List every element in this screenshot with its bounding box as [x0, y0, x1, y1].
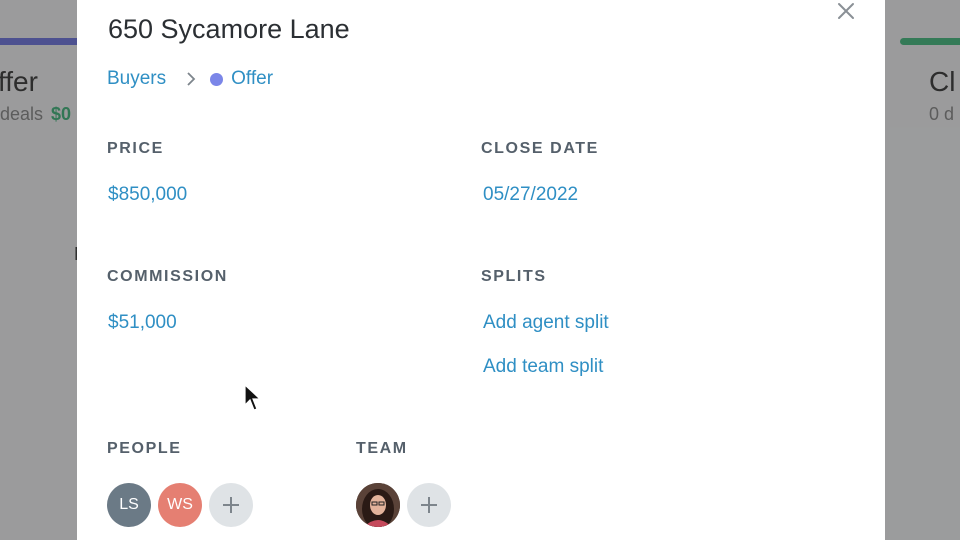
chevron-right-icon: [186, 72, 196, 86]
commission-value[interactable]: $51,000: [108, 312, 177, 334]
close-date-label: CLOSE DATE: [481, 140, 599, 157]
splits-label: SPLITS: [481, 268, 547, 285]
add-team-split-link[interactable]: Add team split: [483, 356, 603, 378]
add-agent-split-link[interactable]: Add agent split: [483, 312, 609, 334]
breadcrumb: Buyers Offer: [107, 68, 273, 90]
avatar-ls[interactable]: LS: [107, 483, 151, 527]
deal-title: 650 Sycamore Lane: [108, 14, 350, 44]
plus-icon: [421, 497, 437, 513]
add-person-button[interactable]: [209, 483, 253, 527]
person-photo-icon: [356, 483, 400, 527]
team-label: TEAM: [356, 440, 408, 457]
team-member-avatar[interactable]: [356, 483, 400, 527]
price-label: PRICE: [107, 140, 164, 157]
breadcrumb-stage[interactable]: Offer: [231, 68, 273, 90]
price-value[interactable]: $850,000: [108, 184, 187, 206]
close-icon: [838, 3, 854, 19]
add-team-member-button[interactable]: [407, 483, 451, 527]
people-label: PEOPLE: [107, 440, 182, 457]
avatar-ws[interactable]: WS: [158, 483, 202, 527]
stage-dot-icon: [210, 72, 224, 86]
close-date-value[interactable]: 05/27/2022: [483, 184, 578, 206]
breadcrumb-pipeline[interactable]: Buyers: [107, 68, 166, 90]
commission-label: COMMISSION: [107, 268, 228, 285]
mouse-cursor-icon: [244, 384, 262, 411]
close-button[interactable]: [834, 0, 858, 24]
plus-icon: [223, 497, 239, 513]
